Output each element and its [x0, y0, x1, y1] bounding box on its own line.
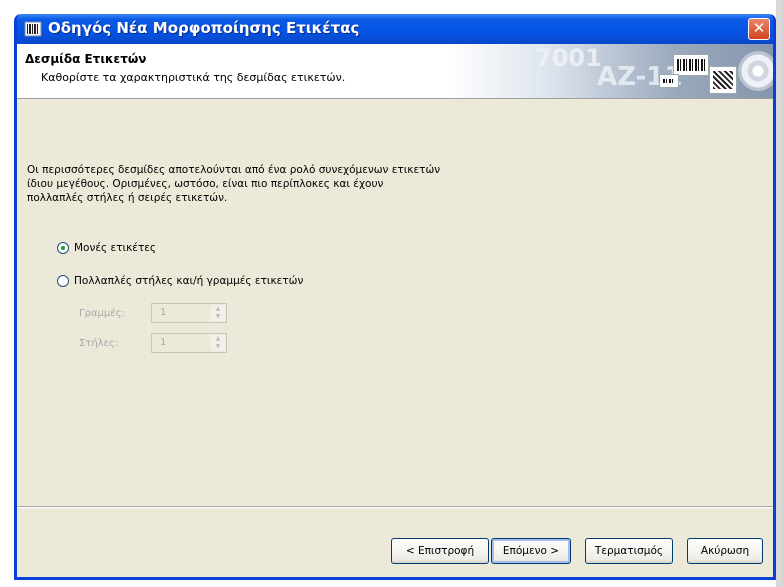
- back-button[interactable]: < Επιστροφή: [391, 538, 489, 564]
- small-label-illustration: [659, 74, 679, 88]
- description-line: ίδιου μεγέθους. Ορισμένες, ωστόσο, είναι…: [27, 178, 384, 190]
- description-line: Οι περισσότερες δεσμίδες αποτελούνται απ…: [27, 164, 441, 176]
- app-icon: [24, 21, 42, 37]
- description-text: Οι περισσότερες δεσμίδες αποτελούνται απ…: [27, 163, 547, 205]
- option-single-labels[interactable]: Μονές ετικέτες: [57, 240, 156, 256]
- window-title: Οδηγός Νέα Μορφοποίησης Ετικέτας: [48, 19, 360, 37]
- close-icon: ✕: [752, 19, 766, 37]
- art-text-primary: 7001: [535, 44, 602, 72]
- rows-stepper[interactable]: 1 ▲ ▼: [151, 303, 227, 323]
- barcode-illustration: [673, 54, 709, 76]
- title-bar[interactable]: Οδηγός Νέα Μορφοποίησης Ετικέτας ✕: [17, 14, 773, 44]
- option-multiple-labels[interactable]: Πολλαπλές στήλες και/ή γραμμές ετικετών: [57, 273, 303, 289]
- columns-stepper[interactable]: 1 ▲ ▼: [151, 333, 227, 353]
- cancel-button[interactable]: Ακύρωση: [687, 538, 763, 564]
- wizard-header: Δεσμίδα Ετικετών Καθορίστε τα χαρακτηρισ…: [17, 44, 773, 99]
- header-illustration: 7001 AZ-11: [447, 44, 773, 98]
- spin-down-icon[interactable]: ▼: [211, 343, 225, 351]
- next-button[interactable]: Επόμενο >: [491, 538, 571, 564]
- description-line: πολλαπλές στήλες ή σειρές ετικετών.: [27, 192, 228, 204]
- columns-label: Στήλες:: [79, 338, 119, 349]
- wizard-window: Οδηγός Νέα Μορφοποίησης Ετικέτας ✕ Δεσμί…: [14, 14, 776, 580]
- rows-value: 1: [160, 307, 167, 318]
- disc-illustration: [737, 50, 773, 92]
- page-subtitle: Καθορίστε τα χαρακτηριστικά της δεσμίδας…: [41, 71, 346, 84]
- page-title: Δεσμίδα Ετικετών: [25, 52, 147, 66]
- spin-up-icon[interactable]: ▲: [211, 335, 225, 343]
- rows-label: Γραμμές:: [79, 308, 125, 319]
- spin-down-icon[interactable]: ▼: [211, 313, 225, 321]
- close-button[interactable]: ✕: [748, 18, 770, 40]
- spin-up-icon[interactable]: ▲: [211, 305, 225, 313]
- footer-divider: [17, 506, 773, 508]
- finish-button[interactable]: Τερματισμός: [585, 538, 673, 564]
- option-label: Μονές ετικέτες: [74, 242, 157, 254]
- columns-value: 1: [160, 337, 167, 348]
- option-label: Πολλαπλές στήλες και/ή γραμμές ετικετών: [74, 275, 304, 287]
- radio-button[interactable]: [57, 275, 69, 287]
- desktop-backdrop: [776, 0, 783, 587]
- qr-label-illustration: [709, 66, 737, 94]
- radio-button-checked[interactable]: [57, 242, 69, 254]
- wizard-content: Οι περισσότερες δεσμίδες αποτελούνται απ…: [17, 99, 773, 499]
